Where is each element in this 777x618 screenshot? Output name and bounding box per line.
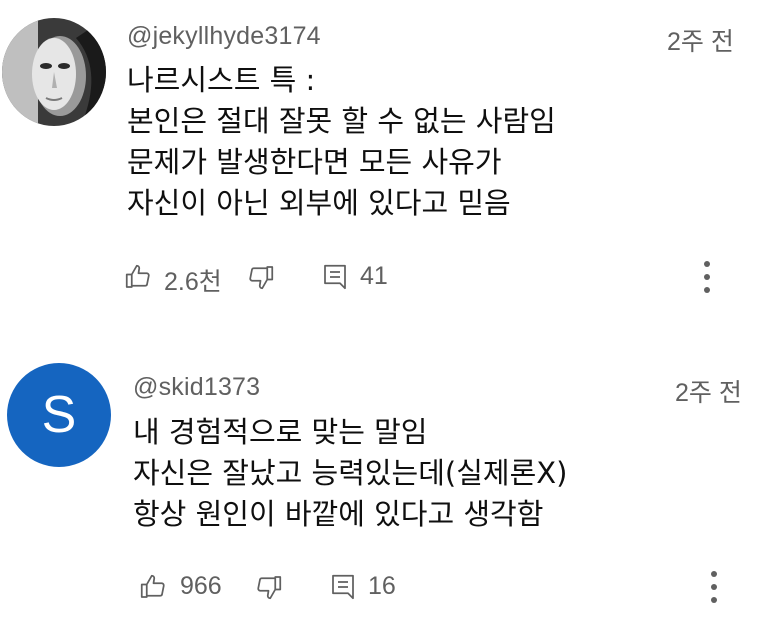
more-options-button[interactable] xyxy=(700,567,728,607)
reply-icon xyxy=(332,574,354,600)
comment-actions: 966 16 xyxy=(0,567,777,607)
reply-icon xyxy=(324,264,346,290)
comment-line: 자신은 잘났고 능력있는데(실제론X) xyxy=(133,456,568,490)
comment-timestamp: 2주 전 xyxy=(667,28,734,56)
comment-line: 나르시스트 특 : xyxy=(127,63,316,97)
more-options-button[interactable] xyxy=(693,257,721,297)
avatar[interactable]: S xyxy=(7,363,111,467)
comment-text: 내 경험적으로 맞는 말임 자신은 잘났고 능력있는데(실제론X) 항상 원인이… xyxy=(133,412,567,535)
comment-timestamp: 2주 전 xyxy=(675,379,742,407)
comment-line: 본인은 절대 잘못 할 수 없는 사람임 xyxy=(127,104,556,138)
like-count: 2.6천 xyxy=(164,268,222,296)
comment-text: 나르시스트 특 : 본인은 절대 잘못 할 수 없는 사람임 문제가 발생한다면… xyxy=(127,60,556,224)
comment: S @skid1373 2주 전 내 경험적으로 맞는 말임 자신은 잘났고 능… xyxy=(0,345,777,618)
reply-count: 41 xyxy=(360,262,388,290)
thumbs-up-icon xyxy=(140,574,165,598)
like-button[interactable] xyxy=(138,572,168,602)
comment-line: 내 경험적으로 맞는 말임 xyxy=(133,415,428,449)
thumbs-down-icon xyxy=(249,266,274,290)
like-count: 966 xyxy=(180,572,222,600)
reply-count: 16 xyxy=(368,572,396,600)
comment-line: 항상 원인이 바깥에 있다고 생각함 xyxy=(133,497,544,531)
thumbs-down-icon xyxy=(257,576,282,600)
comment-author[interactable]: @skid1373 xyxy=(133,373,260,402)
more-vertical-icon xyxy=(711,571,717,603)
dislike-button[interactable] xyxy=(254,572,284,602)
dislike-button[interactable] xyxy=(246,262,276,292)
mask-icon xyxy=(2,18,106,126)
reply-button[interactable] xyxy=(320,262,350,292)
reply-button[interactable] xyxy=(328,572,358,602)
comment-line: 문제가 발생한다면 모든 사유가 xyxy=(127,145,502,179)
comment: @jekyllhyde3174 2주 전 나르시스트 특 : 본인은 절대 잘못… xyxy=(0,0,777,310)
comment-actions: 2.6천 41 xyxy=(0,257,777,297)
avatar[interactable] xyxy=(2,18,106,126)
comment-line: 자신이 아닌 외부에 있다고 믿음 xyxy=(127,186,511,220)
like-button[interactable] xyxy=(123,262,153,292)
avatar-letter: S xyxy=(41,386,77,444)
thumbs-up-icon xyxy=(125,264,150,288)
more-vertical-icon xyxy=(704,261,710,293)
comment-author[interactable]: @jekyllhyde3174 xyxy=(127,22,321,51)
